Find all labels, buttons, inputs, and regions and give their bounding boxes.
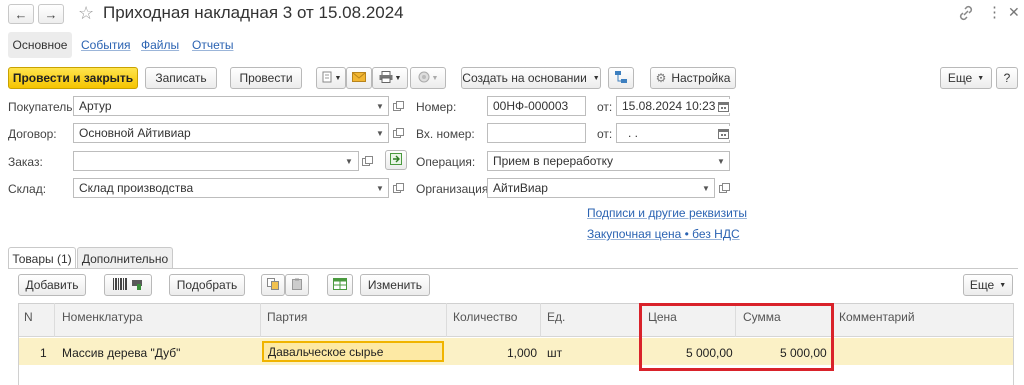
post-and-close-button[interactable]: Провести и закрыть [8,67,138,89]
buyer-label: Покупатель: [8,100,76,114]
organization-label: Организация: [416,182,492,196]
signatures-link[interactable]: Подписи и другие реквизиты [587,206,747,220]
tab-additional[interactable]: Дополнительно [77,247,173,269]
operation-field[interactable]: Прием в переработку [487,151,730,171]
warehouse-label: Склад: [8,182,47,196]
row-unit[interactable]: шт [547,346,562,360]
column-header-quantity[interactable]: Количество [453,310,517,324]
tab-goods[interactable]: Товары (1) [8,247,76,269]
chevron-down-icon[interactable]: ▼ [342,152,356,170]
tab-main[interactable]: Основное [8,32,72,58]
copy-icon [267,277,279,293]
open-icon[interactable] [360,154,374,168]
contract-label: Договор: [8,127,57,141]
chevron-down-icon[interactable]: ▼ [699,179,713,197]
post-button[interactable]: Провести [230,67,302,89]
tab-events[interactable]: События [81,38,131,52]
open-icon[interactable] [391,181,405,195]
add-button[interactable]: Добавить [18,274,86,296]
change-button[interactable]: Изменить [360,274,430,296]
in-date-label: от: [597,127,613,141]
number-field[interactable]: 00НФ-000003 [487,96,586,116]
tab-reports[interactable]: Отчеты [192,38,233,52]
tab-divider [8,268,1018,269]
open-icon[interactable] [391,99,405,113]
operation-label: Операция: [416,155,476,169]
column-header-n[interactable]: N [24,310,33,324]
copy-button[interactable] [261,274,285,296]
order-label: Заказ: [8,155,43,169]
hierarchy-icon [614,70,628,87]
open-icon[interactable] [717,181,731,195]
column-header-unit[interactable]: Ед. [547,310,565,324]
table-more-button[interactable]: Еще ▼ [963,274,1013,296]
circle-status-icon [418,71,430,86]
print-button[interactable]: ▼ [372,67,408,89]
paste-button[interactable] [285,274,309,296]
fill-arrow-icon [390,152,402,168]
column-header-batch[interactable]: Партия [267,310,307,324]
row-number: 1 [40,346,47,360]
column-header-comment[interactable]: Комментарий [839,310,915,324]
highlight-box [639,303,834,371]
more-button[interactable]: Еще ▼ [940,67,992,89]
date-field[interactable]: 15.08.2024 10:23:5 [616,96,730,116]
number-label: Номер: [416,100,457,114]
buyer-field[interactable]: Артур [73,96,389,116]
barcode-button[interactable] [104,274,152,296]
more-menu-icon[interactable]: ⋮ [987,3,1002,21]
link-icon[interactable] [958,5,974,21]
structure-button[interactable] [608,67,634,89]
status-button[interactable]: ▼ [410,67,446,89]
warehouse-field[interactable]: Склад производства [73,178,389,198]
create-based-on-button[interactable]: Создать на основании ▼ [461,67,601,89]
in-date-field[interactable]: . . [616,123,730,143]
clipboard-icon [291,278,303,293]
fill-order-button[interactable] [385,150,407,170]
scanner-icon [131,278,143,293]
settings-button[interactable]: ⚙ Настройка [650,67,736,89]
calendar-icon[interactable] [716,99,730,113]
row-batch-cell[interactable]: Давальческое сырье [262,341,444,362]
email-button[interactable] [346,67,372,89]
in-number-field[interactable] [487,123,586,143]
page-title: Приходная накладная 3 от 15.08.2024 [103,3,404,22]
chevron-down-icon[interactable]: ▼ [373,97,387,115]
save-button[interactable]: Записать [145,67,217,89]
envelope-icon [352,71,366,85]
purchase-price-link[interactable]: Закупочная цена • без НДС [587,227,740,241]
fill-table-button[interactable] [327,274,353,296]
gear-icon: ⚙ [655,71,667,85]
contract-field[interactable]: Основной Айтивиар [73,123,389,143]
organization-field[interactable]: АйтиВиар [487,178,715,198]
back-button[interactable]: ← [8,4,34,24]
row-quantity[interactable]: 1,000 [507,346,537,360]
table-fill-icon [333,277,347,293]
chevron-down-icon[interactable]: ▼ [373,124,387,142]
date-from-label: от: [597,100,613,114]
favorite-star-icon[interactable]: ☆ [78,3,94,24]
help-button[interactable]: ? [996,67,1018,89]
order-field[interactable] [73,151,359,171]
forward-button[interactable]: → [38,4,64,24]
barcode-icon [113,277,127,293]
document-icon [321,71,333,86]
printer-icon [379,70,393,86]
chevron-down-icon[interactable]: ▼ [714,152,728,170]
row-item[interactable]: Массив дерева "Дуб" [62,346,180,360]
column-header-item[interactable]: Номенклатура [62,310,143,324]
in-number-label: Вх. номер: [416,127,475,141]
document-print-form-button[interactable]: ▼ [316,67,346,89]
calendar-icon[interactable] [716,126,730,140]
close-icon[interactable]: ✕ [1008,4,1020,21]
pick-button[interactable]: Подобрать [169,274,245,296]
tab-files[interactable]: Файлы [141,38,179,52]
open-icon[interactable] [391,126,405,140]
chevron-down-icon[interactable]: ▼ [373,179,387,197]
